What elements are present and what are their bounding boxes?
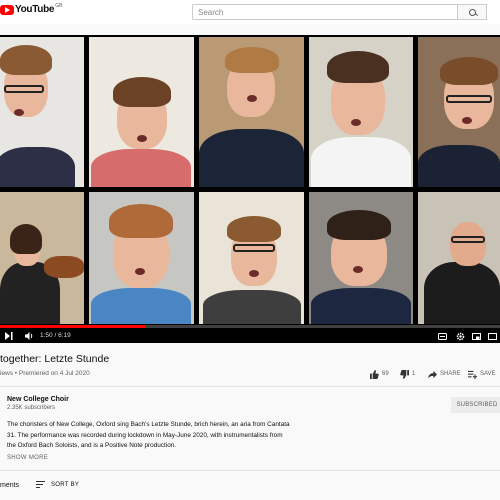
- video-title: together: Letzte Stunde: [0, 353, 110, 365]
- video-tile: [418, 37, 500, 187]
- subtitles-icon[interactable]: [436, 329, 448, 343]
- search-input[interactable]: Search: [192, 4, 458, 20]
- video-tile: [418, 192, 500, 324]
- dislike-count: 1: [412, 371, 416, 377]
- video-tile: [199, 37, 304, 187]
- divider: [0, 386, 500, 387]
- show-more-button[interactable]: SHOW MORE: [7, 455, 48, 461]
- play-logo-icon: [0, 4, 14, 15]
- video-meta: iews • Premiered on 4 Jul 2020: [0, 370, 90, 377]
- video-player[interactable]: 1:50 / 6:19: [0, 35, 500, 343]
- settings-gear-icon[interactable]: [454, 329, 466, 343]
- description-line: the Oxford Bach Soloists, and is a Posit…: [7, 442, 177, 449]
- top-bar: YouTube GB Search: [0, 0, 500, 24]
- search-button[interactable]: [458, 4, 487, 20]
- share-label: SHARE: [440, 371, 461, 377]
- divider: [0, 470, 500, 471]
- country-code: GB: [55, 2, 63, 9]
- save-label: SAVE: [480, 371, 496, 377]
- search-icon: [468, 8, 476, 16]
- like-button[interactable]: 69: [370, 366, 389, 382]
- comments-header: ments: [0, 482, 20, 489]
- video-tile: [199, 192, 304, 324]
- skip-next-icon[interactable]: [2, 329, 16, 343]
- subscribed-button[interactable]: SUBSCRIBED: [451, 397, 500, 413]
- logo-text: YouTube: [15, 4, 55, 15]
- progress-fill: [0, 325, 145, 328]
- video-tile: [89, 37, 194, 187]
- video-tile: [309, 37, 413, 187]
- sort-icon: [36, 481, 45, 488]
- description-line: 31. The performance was recorded during …: [7, 431, 283, 439]
- volume-icon[interactable]: [22, 329, 36, 343]
- thumbs-down-icon: [400, 369, 409, 379]
- time-display: 1:50 / 6:19: [40, 332, 71, 339]
- like-count: 69: [382, 371, 389, 377]
- share-button[interactable]: SHARE: [428, 366, 461, 382]
- dislike-button[interactable]: 1: [400, 366, 415, 382]
- video-description: The choristers of New College, Oxford si…: [7, 420, 307, 452]
- sort-label: SORT BY: [51, 481, 80, 488]
- video-tile: [309, 192, 413, 324]
- player-controls: 1:50 / 6:19: [0, 329, 500, 343]
- sort-by-button[interactable]: SORT BY: [36, 481, 79, 488]
- miniplayer-icon[interactable]: [470, 329, 482, 343]
- channel-name[interactable]: New College Choir: [7, 396, 69, 403]
- thumbs-up-icon: [370, 369, 379, 379]
- description-line: The choristers of New College, Oxford si…: [7, 421, 290, 428]
- video-actions: 69 1 SHARE SAVE: [366, 366, 500, 382]
- progress-bar[interactable]: [0, 325, 500, 328]
- youtube-logo[interactable]: YouTube GB: [0, 2, 63, 15]
- save-button[interactable]: SAVE: [468, 366, 496, 382]
- video-tile: [0, 192, 84, 324]
- subscriber-count: 2.35K subscribers: [7, 405, 56, 411]
- playlist-add-icon: [468, 370, 477, 379]
- share-arrow-icon: [428, 370, 437, 379]
- video-tile: [89, 192, 194, 324]
- video-tile: [0, 37, 84, 187]
- theater-mode-icon[interactable]: [486, 329, 498, 343]
